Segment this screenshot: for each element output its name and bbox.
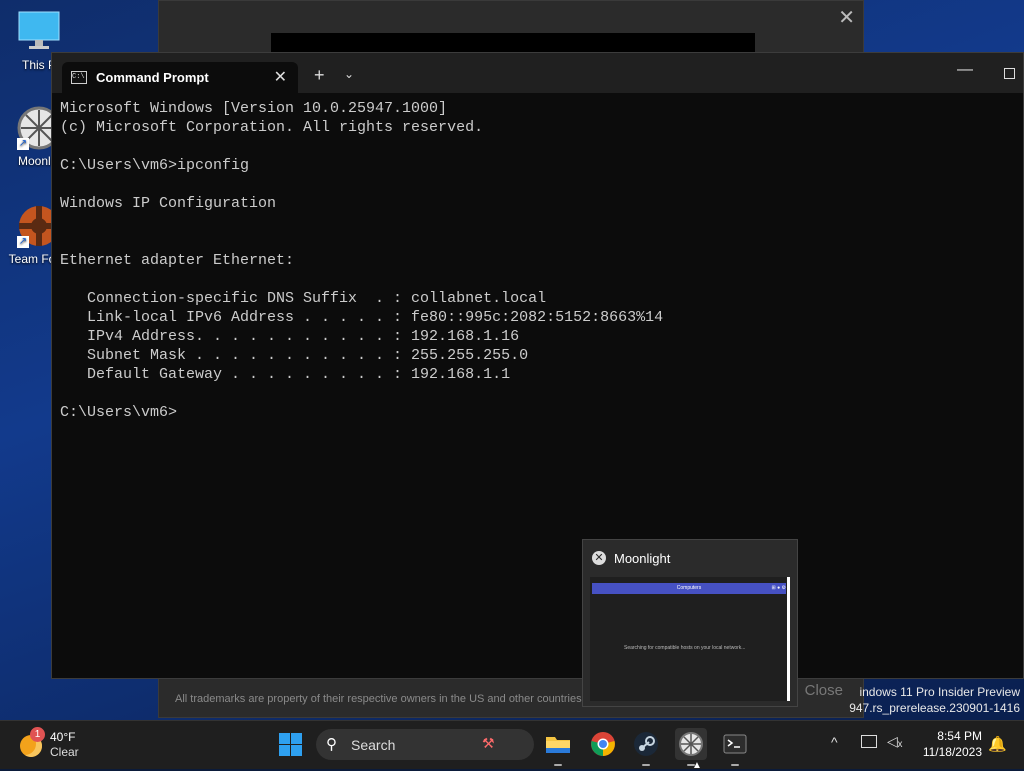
- maximize-button[interactable]: [1004, 68, 1015, 79]
- moonlight-thumbnail-preview[interactable]: ✕ Moonlight Computers ⊞ ● ⚙ Searching fo…: [582, 539, 798, 707]
- start-button[interactable]: [279, 733, 302, 756]
- desktop: This P ↗ Moonlig ↗ Team For 2 ✕ Items Al…: [0, 0, 1024, 720]
- computer-icon: [17, 10, 61, 54]
- terminal-line: Default Gateway . . . . . . . . . : 192.…: [60, 366, 511, 383]
- terminal-line: (c) Microsoft Corporation. All rights re…: [60, 119, 484, 136]
- terminal-line: Microsoft Windows [Version 10.0.25947.10…: [60, 100, 448, 117]
- close-icon[interactable]: ✕: [838, 5, 855, 30]
- taskbar-chrome[interactable]: [587, 728, 619, 760]
- show-hidden-icons-chevron[interactable]: ^: [831, 734, 838, 750]
- taskbar-file-explorer[interactable]: [542, 728, 574, 766]
- close-tab-icon[interactable]: ✕: [274, 67, 287, 87]
- terminal-line: C:\Users\vm6>: [60, 404, 178, 421]
- search-icon: ⚲: [326, 736, 337, 753]
- taskbar-steam[interactable]: [630, 728, 662, 766]
- search-label: Search: [351, 737, 396, 753]
- os-watermark: indows 11 Pro Insider Preview 947.rs_pre…: [849, 684, 1020, 716]
- title-bar[interactable]: C:\ Command Prompt ✕ + ⌄ —: [52, 53, 1023, 93]
- weather-condition: Clear: [50, 745, 79, 759]
- watermark-line: indows 11 Pro Insider Preview: [859, 685, 1020, 699]
- windows-logo-icon: [291, 745, 302, 756]
- weather-temperature: 40°F: [50, 730, 76, 744]
- weather-widget[interactable]: 1 40°F Clear: [18, 727, 108, 763]
- chrome-icon: [591, 732, 615, 756]
- trademark-footnote: All trademarks are property of their res…: [175, 693, 585, 705]
- close-icon[interactable]: ✕: [592, 551, 606, 565]
- moonlight-icon: [679, 732, 703, 756]
- windows-logo-icon: [279, 733, 290, 744]
- terminal-line: Ethernet adapter Ethernet:: [60, 252, 295, 269]
- terminal-line: IPv4 Address. . . . . . . . . . . : 192.…: [60, 328, 520, 345]
- search-box[interactable]: ⚲ Search ⚒: [316, 729, 534, 760]
- windows-logo-icon: [291, 733, 302, 744]
- notification-badge: 1: [30, 727, 45, 742]
- terminal-line: Subnet Mask . . . . . . . . . . . : 255.…: [60, 347, 529, 364]
- new-tab-button[interactable]: +: [314, 65, 325, 86]
- preview-status: Searching for compatible hosts on your l…: [624, 645, 746, 651]
- terminal-line: Windows IP Configuration: [60, 195, 277, 212]
- steam-icon: [634, 732, 658, 756]
- notification-bell-icon[interactable]: 🔔: [988, 735, 1007, 753]
- preview-header: Computers ⊞ ● ⚙: [592, 583, 786, 594]
- volume-muted-icon[interactable]: ◁ₓ: [887, 733, 902, 750]
- windows-logo-icon: [279, 745, 290, 756]
- clock-date: 11/18/2023: [922, 745, 982, 759]
- preview-header-label: Computers: [676, 585, 702, 591]
- running-indicator: [554, 764, 562, 766]
- tab-command-prompt[interactable]: C:\ Command Prompt ✕: [62, 62, 298, 93]
- command-prompt-window[interactable]: C:\ Command Prompt ✕ + ⌄ — Microsoft Win…: [51, 52, 1024, 679]
- tab-label: Command Prompt: [96, 70, 209, 85]
- window-preview[interactable]: Computers ⊞ ● ⚙ Searching for compatible…: [590, 577, 790, 701]
- search-highlight-icon: ⚒: [482, 735, 495, 751]
- mouse-cursor-icon: ▲: [692, 760, 702, 771]
- thumbnail-title: Moonlight: [614, 551, 671, 566]
- taskbar-terminal[interactable]: [719, 728, 751, 766]
- close-button[interactable]: Close: [805, 682, 843, 699]
- shortcut-arrow-icon: ↗: [17, 138, 29, 150]
- network-icon[interactable]: [861, 735, 877, 748]
- terminal-line: C:\Users\vm6>ipconfig: [60, 157, 250, 174]
- terminal-icon: [723, 734, 747, 754]
- taskbar-moonlight[interactable]: [675, 728, 707, 766]
- preview-toolbar-icons: ⊞ ● ⚙: [771, 585, 786, 591]
- chevron-down-icon[interactable]: ⌄: [344, 67, 354, 81]
- terminal-line: Connection-specific DNS Suffix . : colla…: [60, 290, 547, 307]
- shortcut-arrow-icon: ↗: [17, 236, 29, 248]
- file-explorer-icon: [546, 737, 570, 753]
- cmd-icon: C:\: [71, 71, 87, 84]
- clock-time: 8:54 PM: [937, 729, 982, 743]
- taskbar: 1 40°F Clear ⚲ Search ⚒ ^ ◁ₓ 8:54 PM 11/…: [0, 720, 1024, 769]
- watermark-line: 947.rs_prerelease.230901-1416: [849, 701, 1020, 715]
- clock[interactable]: 8:54 PM 11/18/2023: [912, 728, 982, 760]
- terminal-output[interactable]: Microsoft Windows [Version 10.0.25947.10…: [60, 99, 1015, 670]
- running-indicator: [642, 764, 650, 766]
- terminal-line: Link-local IPv6 Address . . . . . : fe80…: [60, 309, 664, 326]
- minimize-button[interactable]: —: [957, 61, 973, 79]
- running-indicator: [731, 764, 739, 766]
